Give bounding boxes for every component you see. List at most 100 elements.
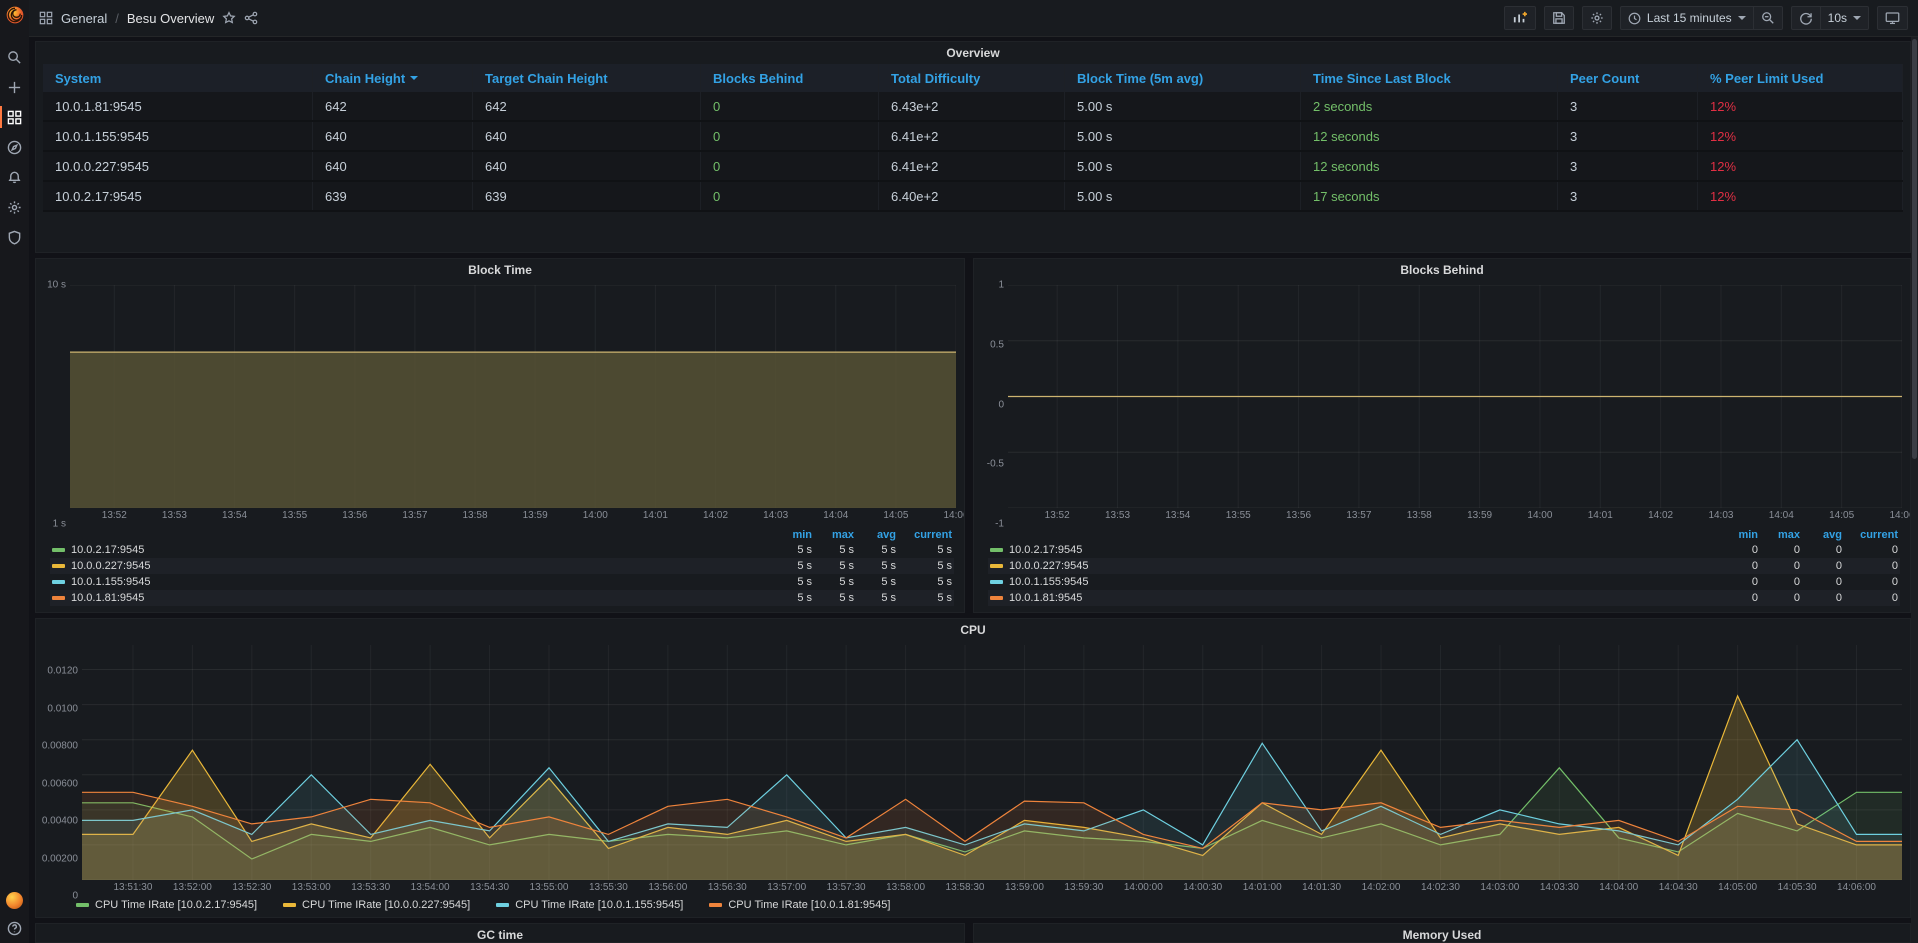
legend-series-label[interactable]: 10.0.1.155:9545: [52, 576, 770, 588]
panel-title-memory-used[interactable]: Memory Used: [974, 924, 1910, 943]
column-header[interactable]: % Peer Limit Used: [1698, 64, 1903, 92]
sidebar-item-new[interactable]: [0, 74, 29, 100]
legend-stat-column[interactable]: min: [1716, 529, 1758, 541]
time-range-picker[interactable]: Last 15 minutes: [1620, 6, 1753, 30]
column-header[interactable]: Time Since Last Block: [1301, 64, 1558, 92]
zoom-out-button[interactable]: [1753, 6, 1783, 30]
breadcrumb-dashboard-title[interactable]: Besu Overview: [127, 11, 214, 26]
x-tick-label: 14:06: [943, 510, 965, 521]
legend-stat-value: 5 s: [770, 544, 812, 556]
monitor-icon: [1885, 11, 1900, 25]
panel-gc-time: GC time: [35, 923, 965, 943]
zoom-out-icon: [1761, 11, 1775, 25]
legend-row: 10.0.1.81:95455 s5 s5 s5 s: [50, 590, 954, 606]
save-dashboard-button[interactable]: [1544, 6, 1574, 30]
x-tick-label: 13:56:00: [648, 882, 687, 893]
legend-series-label[interactable]: 10.0.1.155:9545: [990, 576, 1716, 588]
panel-title-block-time[interactable]: Block Time: [36, 259, 964, 281]
grafana-logo[interactable]: [0, 0, 29, 30]
y-tick-label: 0.00800: [42, 741, 78, 752]
refresh-controls: 10s: [1791, 6, 1869, 30]
column-header[interactable]: Chain Height: [313, 64, 473, 92]
x-tick-label: 14:04: [1769, 510, 1794, 521]
legend-series-label[interactable]: 10.0.1.81:9545: [990, 592, 1716, 604]
sidebar-item-search[interactable]: [0, 44, 29, 70]
dashboard-settings-button[interactable]: [1582, 6, 1612, 30]
legend-series-label[interactable]: CPU Time IRate [10.0.1.155:9545]: [496, 899, 683, 911]
share-icon[interactable]: [244, 11, 258, 25]
table-cell: 12%: [1698, 122, 1903, 150]
sidebar-item-alerting[interactable]: [0, 164, 29, 190]
panel-title-gc-time[interactable]: GC time: [36, 924, 964, 943]
y-axis: 10.50-0.5-1: [978, 285, 1008, 524]
legend-series-label[interactable]: 10.0.2.17:9545: [52, 544, 770, 556]
apps-grid-icon: [39, 11, 53, 25]
table-cell: 640: [313, 122, 473, 150]
legend-stat-column[interactable]: max: [1758, 529, 1800, 541]
legend-series-label[interactable]: 10.0.1.81:9545: [52, 592, 770, 604]
blocks-behind-chart: 10.50-0.5-113:5213:5313:5413:5513:5613:5…: [974, 281, 1910, 524]
y-tick-label: 1: [998, 280, 1004, 291]
legend-stat-value: 0: [1716, 592, 1758, 604]
series-color-swatch-icon: [52, 564, 65, 568]
legend-stat-column[interactable]: current: [1842, 529, 1898, 541]
x-axis: 13:51:3013:52:0013:52:3013:53:0013:53:30…: [82, 880, 1902, 896]
sidebar-bottom: [0, 892, 29, 937]
sidebar-item-configuration[interactable]: [0, 194, 29, 220]
x-tick-label: 14:04:00: [1599, 882, 1638, 893]
refresh-interval-dropdown[interactable]: 10s: [1820, 6, 1869, 30]
legend-series-label[interactable]: 10.0.2.17:9545: [990, 544, 1716, 556]
sidebar-item-explore[interactable]: [0, 134, 29, 160]
panel-blocks-behind: Blocks Behind 10.50-0.5-113:5213:5313:54…: [973, 258, 1911, 613]
table-cell: 5.00 s: [1065, 152, 1301, 180]
legend-stat-value: 5 s: [854, 592, 896, 604]
series-color-swatch-icon: [52, 548, 65, 552]
legend-stat-column[interactable]: min: [770, 529, 812, 541]
panel-title-cpu[interactable]: CPU: [36, 619, 1910, 641]
table-cell: 5.00 s: [1065, 122, 1301, 150]
column-header[interactable]: System: [43, 64, 313, 92]
sidebar-item-server-admin[interactable]: [0, 224, 29, 250]
legend-series-label[interactable]: 10.0.0.227:9545: [990, 560, 1716, 572]
sidebar-item-help[interactable]: [0, 919, 29, 937]
x-tick-label: 13:59: [1467, 510, 1492, 521]
column-header[interactable]: Peer Count: [1558, 64, 1698, 92]
column-header[interactable]: Total Difficulty: [879, 64, 1065, 92]
legend-stat-value: 0: [1842, 544, 1898, 556]
legend-series-label[interactable]: CPU Time IRate [10.0.0.227:9545]: [283, 899, 470, 911]
legend-stat-column[interactable]: max: [812, 529, 854, 541]
legend-stat-value: 0: [1716, 544, 1758, 556]
column-header[interactable]: Blocks Behind: [701, 64, 879, 92]
legend-series-label[interactable]: CPU Time IRate [10.0.1.81:9545]: [709, 899, 890, 911]
x-tick-label: 13:58:00: [886, 882, 925, 893]
legend-stat-column[interactable]: avg: [1800, 529, 1842, 541]
legend-stat-column[interactable]: avg: [854, 529, 896, 541]
refresh-button[interactable]: [1791, 6, 1820, 30]
refresh-interval-label: 10s: [1828, 11, 1847, 25]
column-header[interactable]: Block Time (5m avg): [1065, 64, 1301, 92]
panel-title-overview[interactable]: Overview: [36, 42, 1910, 64]
column-header[interactable]: Target Chain Height: [473, 64, 701, 92]
legend-stat-value: 0: [1800, 560, 1842, 572]
breadcrumb-folder[interactable]: General: [61, 11, 107, 26]
legend-stat-value: 5 s: [896, 544, 952, 556]
legend-row: 10.0.1.155:95450000: [988, 574, 1900, 590]
x-tick-label: 14:00:00: [1124, 882, 1163, 893]
legend-series-label[interactable]: CPU Time IRate [10.0.2.17:9545]: [76, 899, 257, 911]
cycle-view-mode-button[interactable]: [1877, 6, 1908, 30]
panel-memory-used: Memory Used: [973, 923, 1911, 943]
add-panel-button[interactable]: [1504, 6, 1536, 30]
y-tick-label: -0.5: [987, 459, 1004, 470]
x-tick-label: 14:05: [883, 510, 908, 521]
scrollbar-thumb[interactable]: [1912, 39, 1917, 459]
star-icon[interactable]: [222, 11, 236, 25]
legend-series-label[interactable]: 10.0.0.227:9545: [52, 560, 770, 572]
page-scrollbar[interactable]: [1911, 37, 1918, 943]
table-header-row: SystemChain HeightTarget Chain HeightBlo…: [43, 64, 1903, 92]
user-avatar[interactable]: [6, 892, 23, 909]
legend-stat-column[interactable]: current: [896, 529, 952, 541]
y-axis: 10 s1 s: [40, 285, 70, 524]
sidebar-item-dashboards[interactable]: [0, 104, 29, 130]
legend-row: 10.0.2.17:95455 s5 s5 s5 s: [50, 542, 954, 558]
panel-title-blocks-behind[interactable]: Blocks Behind: [974, 259, 1910, 281]
